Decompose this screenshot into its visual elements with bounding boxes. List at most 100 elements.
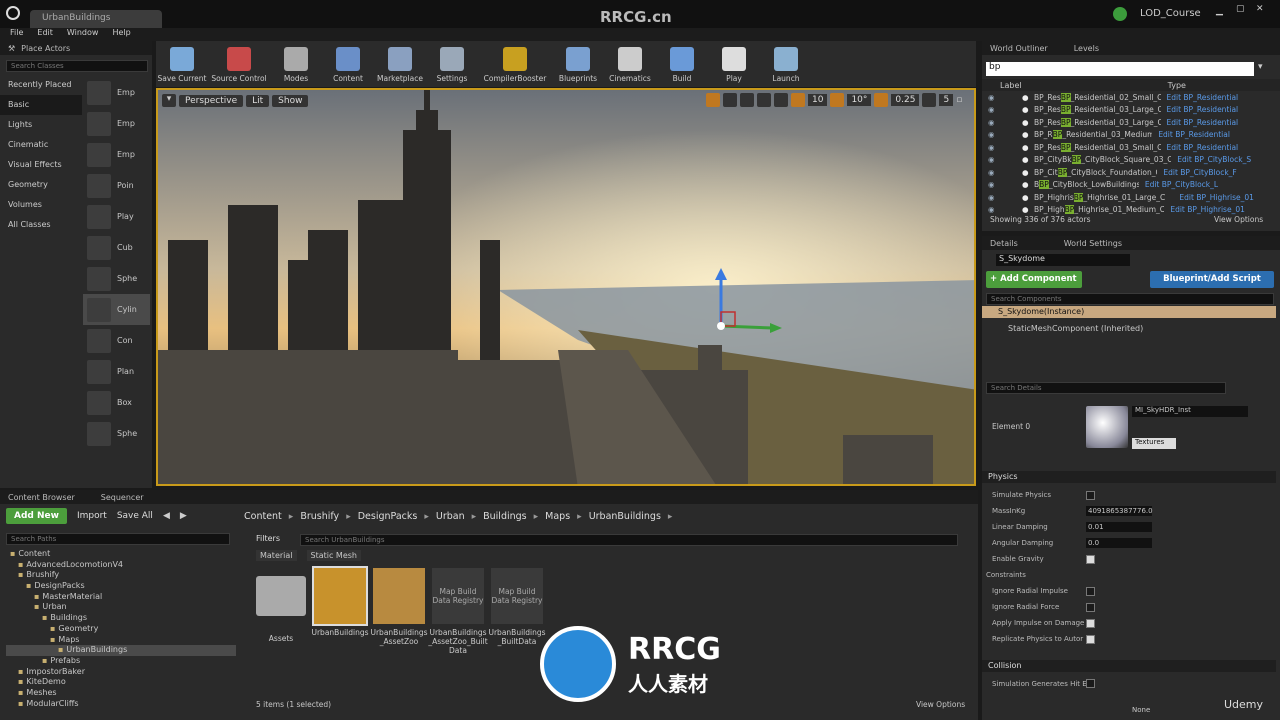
scale-icon[interactable]: [740, 93, 754, 107]
row-type-link[interactable]: Edit BP_Residential: [1167, 105, 1239, 114]
tree-folder[interactable]: ▪ KiteDemo: [6, 677, 236, 688]
tab-levels[interactable]: Levels: [1074, 44, 1099, 53]
outliner-row[interactable]: ◉ ● BP_Res BP _Residential_03_Large_C Edit BP…: [982, 116, 1272, 129]
category-lights[interactable]: Lights: [0, 115, 82, 135]
rotate-snap-icon[interactable]: [830, 93, 845, 107]
actor-item[interactable]: Con: [83, 325, 150, 356]
level-viewport[interactable]: ▾ Perspective Lit Show 10 10° 0.25 5 ▫: [156, 88, 976, 486]
toolbar-settings-button[interactable]: Settings: [426, 41, 478, 89]
tree-folder[interactable]: ▪ Urban: [6, 602, 236, 613]
camera-speed-value[interactable]: 5: [939, 94, 954, 106]
material-select[interactable]: MI_SkyHDR_Inst: [1132, 406, 1248, 417]
toolbar-play-button[interactable]: Play: [708, 41, 760, 89]
tree-folder[interactable]: ▪ Prefabs: [6, 656, 236, 667]
filter-material[interactable]: Material: [256, 550, 297, 561]
outliner-row[interactable]: ◉ ● BP_Res BP _Residential_03_Large_C Edit BP…: [982, 104, 1272, 117]
row-type-link[interactable]: Edit BP_CityBlock_F: [1163, 168, 1236, 177]
breadcrumb-item[interactable]: Maps: [545, 511, 570, 522]
actor-item[interactable]: Poin: [83, 170, 150, 201]
textures-dropdown[interactable]: Textures: [1132, 438, 1176, 449]
surface-snap-icon[interactable]: [774, 93, 788, 107]
row-type-link[interactable]: Edit BP_Highrise_01: [1170, 205, 1245, 214]
sim-hit-checkbox[interactable]: [1086, 679, 1095, 688]
breadcrumb-item[interactable]: DesignPacks: [358, 511, 418, 522]
row-type-link[interactable]: Edit BP_Residential: [1167, 93, 1239, 102]
category-geometry[interactable]: Geometry: [0, 175, 82, 195]
prop-checkbox[interactable]: [1086, 554, 1095, 564]
search-classes-input[interactable]: Search Classes: [6, 60, 148, 72]
add-new-button[interactable]: Add New: [6, 508, 67, 524]
toolbar-compilerbooster-button[interactable]: CompilerBooster: [478, 41, 552, 89]
visibility-eye-icon[interactable]: ◉: [982, 180, 1022, 189]
tree-folder[interactable]: ▪ Brushify: [6, 570, 236, 581]
toolbar-modes-button[interactable]: Modes: [270, 41, 322, 89]
viewport-options-button[interactable]: ▾: [162, 94, 176, 107]
lit-button[interactable]: Lit: [246, 94, 270, 107]
add-component-button[interactable]: + Add Component: [986, 271, 1082, 288]
place-actors-tab[interactable]: ⚒ Place Actors: [0, 41, 152, 55]
visibility-eye-icon[interactable]: ◉: [982, 193, 1022, 202]
category-visual-effects[interactable]: Visual Effects: [0, 155, 82, 175]
toolbar-save-current-button[interactable]: Save Current: [156, 41, 208, 89]
asset-tile[interactable]: Assets: [254, 568, 308, 643]
filter-static-mesh[interactable]: Static Mesh: [306, 550, 361, 561]
outliner-row[interactable]: ◉●BBP_CityBlock_LowBuildings_01_CEdit BP…: [982, 179, 1272, 192]
visibility-eye-icon[interactable]: ◉: [982, 105, 1022, 114]
tree-folder[interactable]: ▪ UrbanBuildings: [6, 645, 236, 656]
grid-snap-icon[interactable]: [791, 93, 805, 107]
tab-details[interactable]: Details: [990, 239, 1018, 248]
filters-button[interactable]: Filters: [256, 534, 280, 543]
tree-folder[interactable]: ▪ AdvancedLocomotionV4: [6, 560, 236, 571]
category-all-classes[interactable]: All Classes: [0, 215, 82, 235]
cb-view-options[interactable]: View Options: [916, 700, 965, 709]
outliner-search-input[interactable]: bp: [986, 62, 1254, 76]
breadcrumb-item[interactable]: Brushify: [300, 511, 339, 522]
tab-world-settings[interactable]: World Settings: [1064, 239, 1122, 248]
physics-section[interactable]: Physics: [982, 471, 1276, 483]
perspective-button[interactable]: Perspective: [179, 94, 244, 107]
prop-checkbox[interactable]: [1086, 586, 1095, 596]
maximize-viewport-icon[interactable]: ▫: [956, 95, 962, 105]
toolbar-content-button[interactable]: Content: [322, 41, 374, 89]
row-type-link[interactable]: Edit BP_Highrise_01: [1179, 193, 1254, 202]
prop-label[interactable]: Constraints: [986, 571, 1080, 579]
material-thumbnail[interactable]: [1086, 406, 1128, 448]
row-type-link[interactable]: Edit BP_Residential: [1167, 143, 1239, 152]
search-assets-input[interactable]: Search UrbanBuildings: [300, 534, 958, 546]
visibility-eye-icon[interactable]: ◉: [982, 143, 1022, 152]
prop-value-input[interactable]: 0.01: [1086, 522, 1152, 532]
import-button[interactable]: Import: [77, 511, 107, 521]
outliner-row[interactable]: ◉ ● BP_Res BP _Residential_03_Small_C Edit BP…: [982, 141, 1272, 154]
world-icon[interactable]: [757, 93, 771, 107]
row-type-link[interactable]: Edit BP_CityBlock_S: [1177, 155, 1251, 164]
tree-folder[interactable]: ▪ Meshes: [6, 688, 236, 699]
visibility-eye-icon[interactable]: ◉: [982, 130, 1022, 139]
tree-folder[interactable]: ▪ MasterMaterial: [6, 592, 236, 603]
category-volumes[interactable]: Volumes: [0, 195, 82, 215]
search-components-input[interactable]: Search Components: [986, 293, 1274, 305]
prop-checkbox[interactable]: [1086, 618, 1095, 628]
toolbar-launch-button[interactable]: Launch: [760, 41, 812, 89]
category-recently-placed[interactable]: Recently Placed: [0, 75, 82, 95]
outliner-row[interactable]: ◉ ● BP_Highris BP _Highrise_01_Large_C Edit B…: [982, 191, 1272, 204]
outliner-filter-icon[interactable]: ▾: [1258, 62, 1263, 72]
outliner-row[interactable]: ◉ ● BP_CityBk BP _CityBlock_Square_03_C Edit …: [982, 154, 1272, 167]
none-value[interactable]: None: [1132, 706, 1150, 714]
tree-folder[interactable]: ▪ Maps: [6, 635, 236, 646]
rotate-snap-value[interactable]: 10°: [847, 94, 872, 106]
tree-folder[interactable]: ▪ ModularCliffs: [6, 699, 236, 710]
prop-value-input[interactable]: 4091865387776.0: [1086, 506, 1153, 516]
prop-checkbox[interactable]: [1086, 634, 1095, 644]
prop-checkbox[interactable]: [1086, 602, 1095, 612]
actor-item[interactable]: Play: [83, 201, 150, 232]
search-paths-input[interactable]: Search Paths: [6, 533, 230, 545]
breadcrumb-item[interactable]: UrbanBuildings: [589, 511, 661, 522]
blueprint-add-script-button[interactable]: Blueprint/Add Script: [1150, 271, 1274, 288]
menu-file[interactable]: File: [10, 28, 23, 41]
visibility-eye-icon[interactable]: ◉: [982, 155, 1022, 164]
actor-item[interactable]: Cylin: [83, 294, 150, 325]
actor-item[interactable]: Sphe: [83, 263, 150, 294]
asset-tile[interactable]: Map Build Data Registry UrbanBuildings_Bu…: [488, 568, 546, 646]
collision-section[interactable]: Collision: [982, 660, 1276, 672]
tree-folder[interactable]: ▪ Content: [6, 549, 236, 560]
